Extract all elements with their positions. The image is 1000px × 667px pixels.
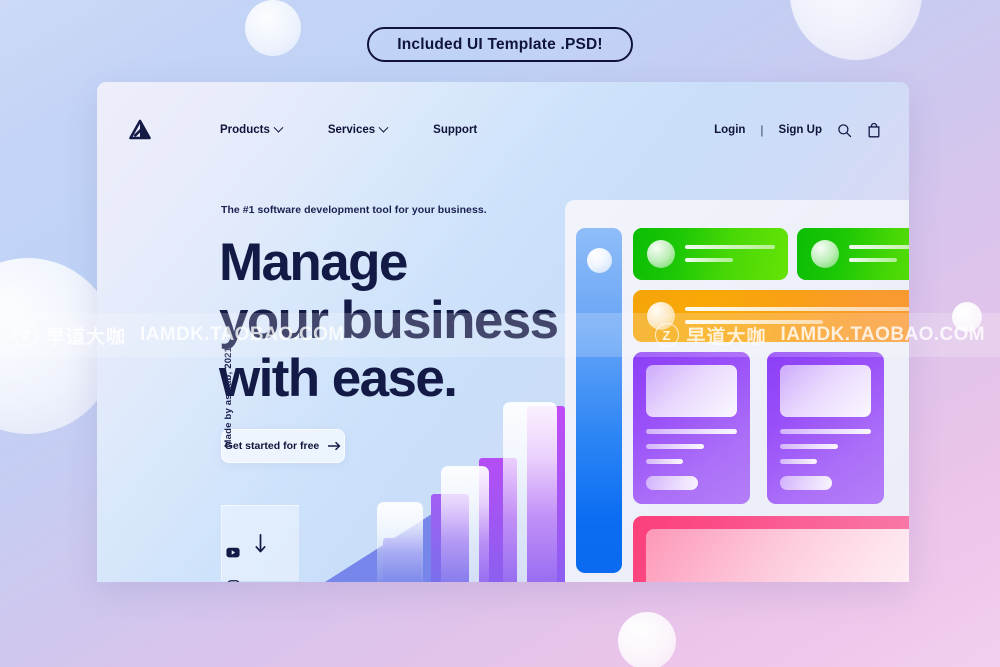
headline-line-1: Manage [219, 233, 408, 292]
get-started-button[interactable]: Get started for free [221, 429, 345, 463]
arrow-right-icon [328, 441, 341, 451]
arrow-down-icon [255, 533, 266, 552]
nav-item-products-label: Products [220, 124, 270, 136]
screenshot-root: Included UI Template .PSD! Products Serv… [0, 0, 1000, 667]
card-action-button[interactable] [780, 476, 832, 490]
text-line [780, 444, 838, 449]
decorative-circle-top [245, 0, 301, 56]
dashboard-purple-card-2[interactable] [767, 352, 884, 504]
triangle-slash-logo-icon[interactable] [127, 117, 153, 143]
nav-item-services[interactable]: Services [327, 122, 389, 136]
avatar [647, 302, 675, 330]
bar-glass-3 [503, 402, 557, 582]
avatar [811, 240, 839, 268]
text-line [849, 245, 909, 249]
watermark-logo-icon: Z [14, 323, 38, 347]
text-line [685, 258, 733, 262]
made-by-credit: Made by asylab, 2021. [223, 344, 234, 448]
page-title: Manage your business with ease. [219, 234, 649, 408]
text-line [780, 429, 871, 434]
nav-links: Products Services Support [220, 122, 477, 136]
get-started-label: Get started for free [224, 440, 320, 452]
login-link[interactable]: Login [714, 124, 745, 136]
text-line [780, 459, 817, 464]
dashboard-green-card-2[interactable] [797, 228, 909, 280]
bar-glass-1 [377, 502, 423, 582]
website-mockup-card: Products Services Support Login | Sign U… [97, 82, 909, 582]
card-action-button[interactable] [646, 476, 698, 490]
headline-line-3: with ease. [219, 349, 458, 408]
hero-eyebrow: The #1 software development tool for you… [221, 204, 487, 216]
card-image-placeholder [646, 529, 909, 582]
dashboard-purple-card-1[interactable] [633, 352, 750, 504]
dashboard-orange-card[interactable] [633, 290, 909, 342]
psd-template-badge: Included UI Template .PSD! [367, 27, 633, 62]
shopping-bag-icon[interactable] [867, 122, 881, 138]
signup-link[interactable]: Sign Up [779, 124, 822, 136]
bar-glass-2 [441, 466, 489, 582]
nav-item-products[interactable]: Products [220, 122, 284, 136]
text-line [646, 459, 683, 464]
text-line [685, 307, 909, 311]
card-image-placeholder [646, 365, 737, 417]
text-line [685, 245, 775, 249]
avatar [647, 240, 675, 268]
text-line [646, 429, 737, 434]
nav-right-group: Login | Sign Up [714, 122, 881, 138]
chevron-down-icon [378, 122, 389, 133]
nav-separator: | [760, 123, 764, 137]
headline-line-2: your business [219, 291, 559, 350]
card-image-placeholder [780, 365, 871, 417]
search-icon[interactable] [837, 123, 852, 138]
decorative-circle-bottom [618, 612, 676, 667]
text-line [646, 444, 704, 449]
nav-item-services-label: Services [327, 124, 376, 136]
decorative-circle-top-right [790, 0, 922, 60]
navbar: Products Services Support Login | Sign U… [97, 108, 909, 152]
nav-item-support[interactable]: Support [433, 124, 477, 136]
social-links [226, 545, 240, 582]
text-line [849, 258, 897, 262]
nav-item-support-label: Support [433, 124, 478, 136]
dashboard-green-card-1[interactable] [633, 228, 788, 280]
text-line [685, 320, 823, 324]
instagram-icon[interactable] [226, 579, 240, 582]
decorative-circle-right-small [952, 302, 982, 332]
psd-badge-label: Included UI Template .PSD! [397, 35, 603, 53]
chevron-down-icon [273, 122, 284, 133]
dashboard-pink-card[interactable] [633, 516, 909, 582]
youtube-icon[interactable] [226, 545, 240, 559]
